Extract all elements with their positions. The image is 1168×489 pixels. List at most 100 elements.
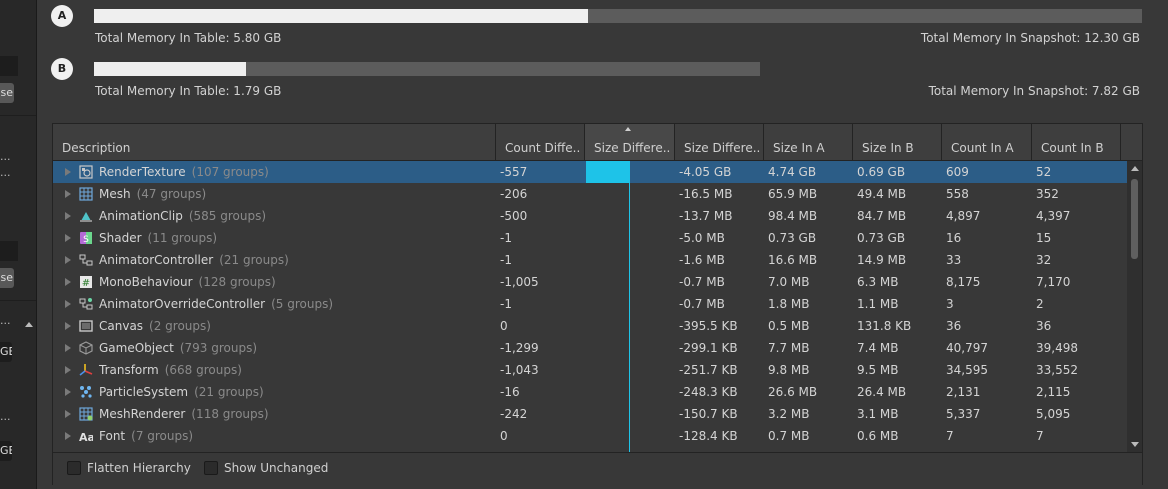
cell-size-b: 84.7 MB: [857, 209, 907, 223]
column-header-count-in-b[interactable]: Count In B: [1032, 124, 1121, 160]
show-unchanged-toggle[interactable]: Show Unchanged: [204, 461, 328, 475]
scrollbar-thumb[interactable]: [1131, 179, 1138, 259]
table-row[interactable]: S Shader (11 groups) -1 -5.0 MB 0.73 GB 0.73 G…: [53, 227, 1127, 249]
column-header-size-difference[interactable]: Size Differe...: [675, 124, 764, 160]
expand-arrow-icon[interactable]: [65, 234, 71, 242]
canvas-icon: [79, 319, 93, 333]
cell-count-diff: -1,043: [500, 363, 539, 377]
cell-count-diff: 0: [500, 429, 508, 443]
group-count: (11 groups): [147, 231, 218, 245]
table-row[interactable]: AnimationClip (585 groups) -500 -13.7 MB 98.…: [53, 205, 1127, 227]
size-difference-bar: [586, 161, 629, 183]
expand-arrow-icon[interactable]: [65, 256, 71, 264]
snapshot-b-table-total: Total Memory In Table: 1.79 GB: [95, 84, 282, 98]
table-vertical-scrollbar[interactable]: [1127, 161, 1142, 452]
expand-arrow-icon[interactable]: [65, 278, 71, 286]
column-header-label: Size Differe...: [684, 141, 761, 155]
cell-count-a: 7: [946, 429, 954, 443]
cell-size-diff: -4.05 GB: [679, 165, 732, 179]
cell-size-a: 0.7 MB: [768, 429, 810, 443]
svg-text:S: S: [83, 235, 89, 245]
cell-size-b: 131.8 KB: [857, 319, 912, 333]
expand-arrow-icon[interactable]: [65, 366, 71, 374]
cell-size-diff: -251.7 KB: [679, 363, 738, 377]
table-row[interactable]: # MonoBehaviour (128 groups) -1,005 -0.7 MB 7…: [53, 271, 1127, 293]
group-count: (47 groups): [136, 187, 207, 201]
left-field-fragment[interactable]: [0, 56, 18, 76]
group-count: (7 groups): [131, 429, 194, 443]
column-header-size-in-b[interactable]: Size In B: [853, 124, 942, 160]
row-description: RenderTexture (107 groups): [99, 165, 269, 179]
table-row[interactable]: Transform (668 groups) -1,043 -251.7 KB 9.8 …: [53, 359, 1127, 381]
table-row[interactable]: AnimatorOverrideController (5 groups) -1 -0…: [53, 293, 1127, 315]
snapshot-b-memory-bar: [94, 62, 760, 76]
column-header-count-difference[interactable]: Count Diffe...: [496, 124, 585, 160]
flatten-hierarchy-toggle[interactable]: Flatten Hierarchy: [67, 461, 191, 475]
cell-count-diff: -1: [500, 297, 512, 311]
cell-size-a: 7.7 MB: [768, 341, 810, 355]
cell-count-a: 40,797: [946, 341, 988, 355]
left-scroll-up-icon[interactable]: [25, 322, 33, 327]
cell-size-b: 0.6 MB: [857, 429, 899, 443]
row-description: Mesh (47 groups): [99, 187, 206, 201]
cell-size-diff: -395.5 KB: [679, 319, 738, 333]
flatten-hierarchy-checkbox[interactable]: [67, 461, 81, 475]
left-ellipsis: ...: [0, 314, 11, 327]
row-description: ParticleSystem (21 groups): [99, 385, 264, 399]
table-row[interactable]: Canvas (2 groups) 0 -395.5 KB 0.5 MB 131.8 KB…: [53, 315, 1127, 337]
expand-arrow-icon[interactable]: [65, 344, 71, 352]
column-header-count-in-a[interactable]: Count In A: [942, 124, 1032, 160]
cell-count-a: 33: [946, 253, 962, 267]
table-row[interactable]: GameObject (793 groups) -1,299 -299.1 KB 7.7…: [53, 337, 1127, 359]
column-header-description[interactable]: Description: [53, 124, 496, 160]
table-row[interactable]: Aa Font (7 groups) 0 -128.4 KB 0.7 MB 0.6 MB 7 7: [53, 425, 1127, 447]
group-count: (128 groups): [198, 275, 276, 289]
cell-size-diff: -13.7 MB: [679, 209, 733, 223]
table-row[interactable]: MeshRenderer (118 groups) -242 -150.7 KB 3.2…: [53, 403, 1127, 425]
cell-size-diff: -299.1 KB: [679, 341, 738, 355]
table-row[interactable]: ParticleSystem (21 groups) -16 -248.3 KB 26.…: [53, 381, 1127, 403]
left-button-fragment[interactable]: se: [0, 268, 14, 288]
left-button-fragment[interactable]: se: [0, 83, 14, 103]
cell-count-diff: -206: [500, 187, 528, 201]
svg-text:Aa: Aa: [79, 431, 93, 443]
snapshot-a-table-total: Total Memory In Table: 5.80 GB: [95, 31, 282, 45]
row-description: Font (7 groups): [99, 429, 193, 443]
column-header-size-in-a[interactable]: Size In A: [764, 124, 853, 160]
expand-arrow-icon[interactable]: [65, 432, 71, 440]
table-row[interactable]: Mesh (47 groups) -206 -16.5 MB 65.9 MB 49.4 M…: [53, 183, 1127, 205]
snapshot-b-memory-bar-fill: [94, 62, 247, 76]
cell-count-diff: -500: [500, 209, 528, 223]
table-row[interactable]: AnimatorController (21 groups) -1 -1.6 MB 16…: [53, 249, 1127, 271]
group-count: (5 groups): [271, 297, 334, 311]
left-field-fragment[interactable]: [0, 241, 18, 261]
cell-count-b: 5,095: [1036, 407, 1071, 421]
scroll-down-icon[interactable]: [1131, 442, 1139, 447]
snapshot-a-memory-bar: [94, 9, 1142, 23]
cell-size-a: 0.5 MB: [768, 319, 810, 333]
expand-arrow-icon[interactable]: [65, 212, 71, 220]
expand-arrow-icon[interactable]: [65, 168, 71, 176]
row-description: Shader (11 groups): [99, 231, 217, 245]
expand-arrow-icon[interactable]: [65, 410, 71, 418]
table-row[interactable]: RenderTexture (107 groups) -557 -4.05 GB 4.7…: [53, 161, 1127, 183]
comparison-table: Description Count Diffe... Size Differe.…: [52, 123, 1143, 485]
animation-clip-icon: [79, 209, 93, 223]
column-header-size-difference-bar[interactable]: Size Differe...: [585, 124, 675, 160]
column-header-label: Size In B: [862, 141, 914, 155]
cell-size-b: 26.4 MB: [857, 385, 907, 399]
show-unchanged-checkbox[interactable]: [204, 461, 218, 475]
cell-size-a: 1.8 MB: [768, 297, 810, 311]
expand-arrow-icon[interactable]: [65, 300, 71, 308]
cell-size-a: 7.0 MB: [768, 275, 810, 289]
type-name: AnimationClip: [99, 209, 183, 223]
type-name: GameObject: [99, 341, 174, 355]
scroll-up-icon[interactable]: [1131, 166, 1139, 171]
group-count: (2 groups): [149, 319, 211, 333]
type-name: AnimatorOverrideController: [99, 297, 266, 311]
expand-arrow-icon[interactable]: [65, 322, 71, 330]
cell-size-diff: -248.3 KB: [679, 385, 738, 399]
row-description: MeshRenderer (118 groups): [99, 407, 269, 421]
expand-arrow-icon[interactable]: [65, 388, 71, 396]
expand-arrow-icon[interactable]: [65, 190, 71, 198]
